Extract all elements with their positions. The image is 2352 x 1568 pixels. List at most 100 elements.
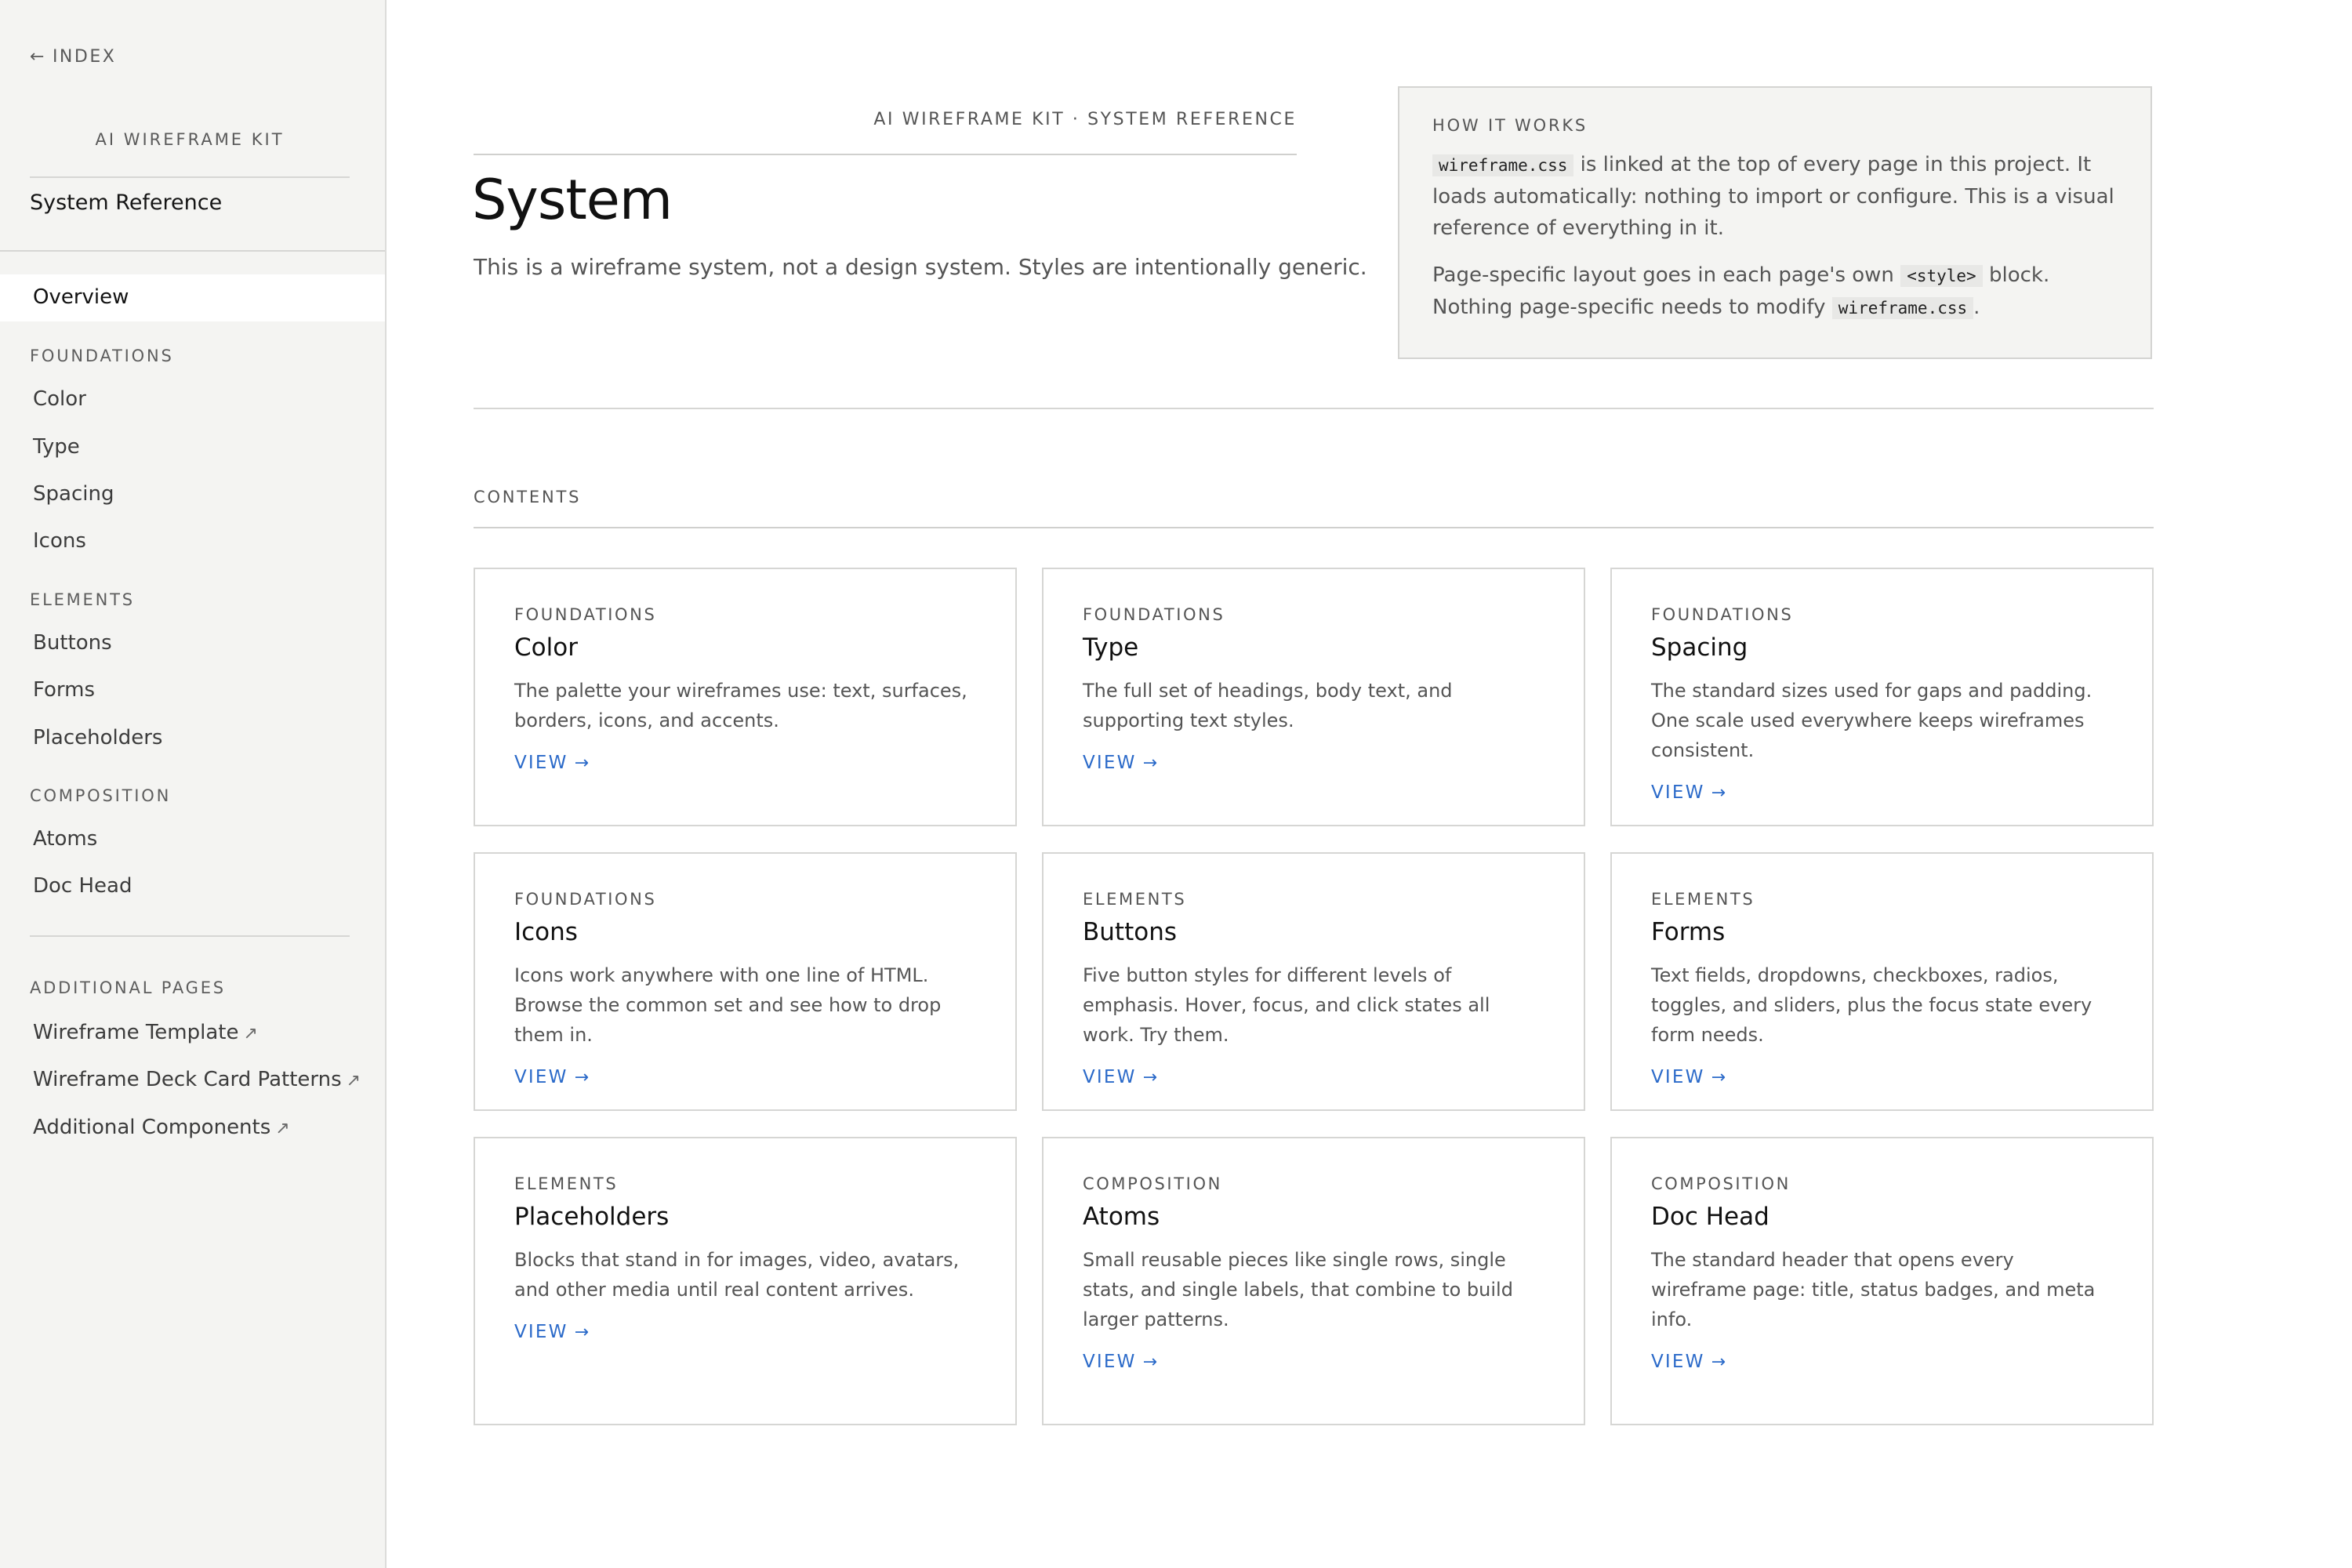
arrow-right-icon: → [1142, 1067, 1158, 1087]
card-placeholders: ELEMENTS Placeholders Blocks that stand … [474, 1137, 1017, 1425]
code-snippet: wireframe.css [1432, 154, 1574, 176]
sidebar-item-label: Wireframe Template [33, 1021, 239, 1044]
card-color: FOUNDATIONS Color The palette your wiref… [474, 568, 1017, 826]
divider [0, 250, 385, 252]
view-link-label: VIEW [1083, 1352, 1137, 1372]
how-it-works-title: HOW IT WORKS [1432, 116, 1588, 135]
divider [474, 154, 1297, 155]
view-link[interactable]: VIEW → [1083, 753, 1157, 773]
how-it-works-panel: HOW IT WORKS wireframe.css is linked at … [1398, 86, 2152, 359]
card-description: Five button styles for different levels … [1083, 964, 1490, 1046]
view-link[interactable]: VIEW → [1651, 782, 1726, 803]
divider [474, 408, 2154, 409]
arrow-right-icon: → [1711, 782, 1726, 803]
arrow-right-icon: → [1142, 753, 1158, 773]
card-title: Buttons [1083, 918, 1177, 946]
view-link[interactable]: VIEW → [514, 753, 589, 773]
card-description: The full set of headings, body text, and… [1083, 680, 1453, 731]
page-kicker: AI WIREFRAME KIT · SYSTEM REFERENCE [873, 110, 1297, 129]
view-link[interactable]: VIEW → [1651, 1352, 1726, 1372]
sidebar-item-placeholders[interactable]: Placeholders [33, 726, 162, 750]
sidebar-item-atoms[interactable]: Atoms [33, 827, 97, 851]
nav-section-foundations: FOUNDATIONS [30, 347, 174, 365]
divider [30, 176, 350, 178]
view-link[interactable]: VIEW → [1651, 1067, 1726, 1087]
back-to-index-link[interactable]: ← INDEX [30, 47, 116, 67]
sidebar-item-label: Wireframe Deck Card Patterns [33, 1068, 342, 1091]
arrow-right-icon: → [1711, 1352, 1726, 1372]
card-title: Type [1083, 633, 1139, 662]
view-link-label: VIEW [1651, 782, 1705, 803]
nav-section-elements: ELEMENTS [30, 590, 135, 609]
view-link-label: VIEW [1083, 1067, 1137, 1087]
card-category: FOUNDATIONS [514, 605, 657, 624]
card-description: The standard sizes used for gaps and pad… [1651, 680, 2092, 761]
card-description: The palette your wireframes use: text, s… [514, 680, 967, 731]
paragraph-text: . [1973, 296, 1980, 319]
view-link-label: VIEW [1651, 1352, 1705, 1372]
card-atoms: COMPOSITION Atoms Small reusable pieces … [1042, 1137, 1585, 1425]
card-title: Spacing [1651, 633, 1748, 662]
view-link[interactable]: VIEW → [514, 1067, 589, 1087]
sidebar-item-additional-components[interactable]: Additional Components ↗ [33, 1116, 290, 1139]
paragraph-text: Page-specific layout goes in each page's… [1432, 263, 1901, 287]
arrow-right-icon: → [574, 1067, 590, 1087]
sidebar-item-type[interactable]: Type [33, 435, 80, 459]
nav-section-additional-pages: ADDITIONAL PAGES [30, 978, 226, 997]
sidebar-item-doc-head[interactable]: Doc Head [33, 874, 132, 898]
card-title: Doc Head [1651, 1203, 1769, 1231]
card-category: FOUNDATIONS [514, 890, 657, 909]
arrow-left-icon: ← [30, 47, 46, 67]
sidebar-item-wireframe-template[interactable]: Wireframe Template ↗ [33, 1021, 258, 1044]
how-it-works-paragraph: wireframe.css is linked at the top of ev… [1432, 149, 2119, 244]
card-description: Icons work anywhere with one line of HTM… [514, 964, 942, 1046]
how-it-works-paragraph: Page-specific layout goes in each page's… [1432, 260, 2119, 324]
view-link[interactable]: VIEW → [1083, 1067, 1157, 1087]
sidebar-item-deck-card-patterns[interactable]: Wireframe Deck Card Patterns ↗ [33, 1068, 361, 1091]
sidebar-item-label: Additional Components [33, 1116, 271, 1139]
card-title: Forms [1651, 918, 1726, 946]
card-category: ELEMENTS [1083, 890, 1187, 909]
contents-label: CONTENTS [474, 488, 582, 506]
card-buttons: ELEMENTS Buttons Five button styles for … [1042, 852, 1585, 1111]
arrow-right-icon: → [574, 1322, 590, 1342]
view-link-label: VIEW [514, 1322, 568, 1342]
card-category: ELEMENTS [1651, 890, 1755, 909]
arrow-right-icon: → [1142, 1352, 1158, 1372]
arrow-right-icon: → [574, 753, 590, 773]
card-category: COMPOSITION [1083, 1174, 1222, 1193]
code-snippet: <style> [1900, 265, 1983, 287]
nav-section-composition: COMPOSITION [30, 786, 172, 805]
code-snippet: wireframe.css [1831, 297, 1974, 319]
page-subtitle: This is a wireframe system, not a design… [474, 254, 1367, 280]
card-description: Blocks that stand in for images, video, … [514, 1249, 960, 1301]
external-link-icon: ↗ [346, 1071, 361, 1091]
view-link-label: VIEW [514, 753, 568, 773]
card-description: Text fields, dropdowns, checkboxes, radi… [1651, 964, 2092, 1046]
sidebar-brand: AI WIREFRAME KIT [95, 130, 285, 149]
sidebar-item-forms[interactable]: Forms [33, 678, 95, 702]
card-title: Placeholders [514, 1203, 670, 1231]
sidebar-title: System Reference [30, 191, 223, 215]
sidebar-item-buttons[interactable]: Buttons [33, 631, 112, 655]
card-forms: ELEMENTS Forms Text fields, dropdowns, c… [1610, 852, 2154, 1111]
external-link-icon: ↗ [275, 1119, 290, 1138]
view-link-label: VIEW [514, 1067, 568, 1087]
page-title: System [472, 168, 673, 232]
view-link[interactable]: VIEW → [514, 1322, 589, 1342]
sidebar-item-icons[interactable]: Icons [33, 529, 86, 553]
card-doc-head: COMPOSITION Doc Head The standard header… [1610, 1137, 2154, 1425]
sidebar-item-color[interactable]: Color [33, 387, 86, 411]
card-type: FOUNDATIONS Type The full set of heading… [1042, 568, 1585, 826]
card-title: Color [514, 633, 578, 662]
sidebar-item-overview[interactable]: Overview [33, 285, 129, 309]
card-spacing: FOUNDATIONS Spacing The standard sizes u… [1610, 568, 2154, 826]
card-category: ELEMENTS [514, 1174, 619, 1193]
card-title: Icons [514, 918, 578, 946]
card-description: The standard header that opens every wir… [1651, 1249, 2096, 1330]
view-link[interactable]: VIEW → [1083, 1352, 1157, 1372]
back-link-label: INDEX [52, 47, 117, 67]
sidebar-item-spacing[interactable]: Spacing [33, 482, 114, 506]
card-category: COMPOSITION [1651, 1174, 1791, 1193]
divider [474, 527, 2154, 528]
